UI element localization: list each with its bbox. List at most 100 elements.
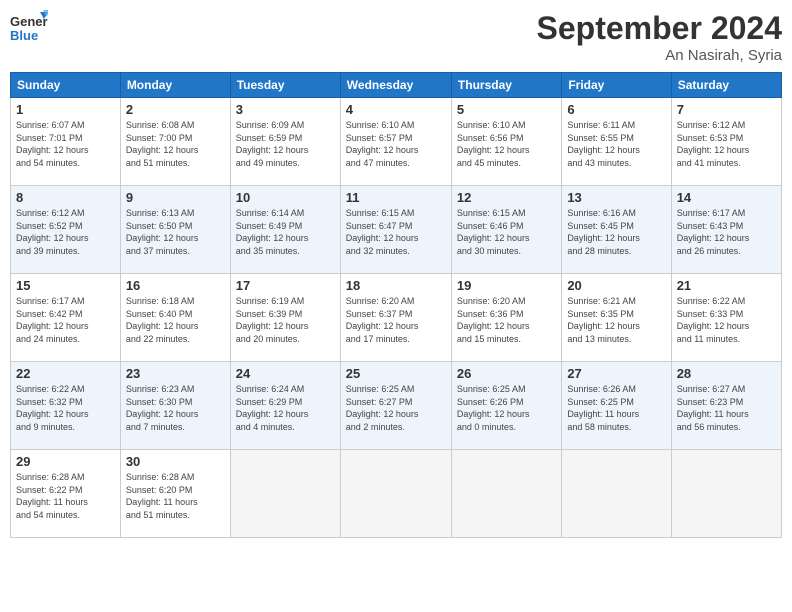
- day-number: 9: [126, 190, 225, 205]
- day-info: Sunrise: 6:16 AMSunset: 6:45 PMDaylight:…: [567, 207, 665, 257]
- calendar-cell: 5 Sunrise: 6:10 AMSunset: 6:56 PMDayligh…: [451, 98, 561, 186]
- calendar-cell: 28 Sunrise: 6:27 AMSunset: 6:23 PMDaylig…: [671, 362, 781, 450]
- day-info: Sunrise: 6:17 AMSunset: 6:42 PMDaylight:…: [16, 295, 115, 345]
- day-info: Sunrise: 6:21 AMSunset: 6:35 PMDaylight:…: [567, 295, 665, 345]
- calendar-cell: 24 Sunrise: 6:24 AMSunset: 6:29 PMDaylig…: [230, 362, 340, 450]
- day-info: Sunrise: 6:12 AMSunset: 6:52 PMDaylight:…: [16, 207, 115, 257]
- day-number: 2: [126, 102, 225, 117]
- day-number: 26: [457, 366, 556, 381]
- logo: General Blue: [10, 10, 48, 48]
- calendar-cell: 14 Sunrise: 6:17 AMSunset: 6:43 PMDaylig…: [671, 186, 781, 274]
- day-number: 13: [567, 190, 665, 205]
- day-number: 20: [567, 278, 665, 293]
- calendar-cell: 23 Sunrise: 6:23 AMSunset: 6:30 PMDaylig…: [120, 362, 230, 450]
- day-number: 22: [16, 366, 115, 381]
- col-thursday: Thursday: [451, 73, 561, 98]
- day-info: Sunrise: 6:15 AMSunset: 6:46 PMDaylight:…: [457, 207, 556, 257]
- day-number: 5: [457, 102, 556, 117]
- day-info: Sunrise: 6:10 AMSunset: 6:57 PMDaylight:…: [346, 119, 446, 169]
- svg-text:General: General: [10, 14, 48, 29]
- day-number: 10: [236, 190, 335, 205]
- day-number: 21: [677, 278, 776, 293]
- day-number: 15: [16, 278, 115, 293]
- svg-text:Blue: Blue: [10, 28, 38, 43]
- col-monday: Monday: [120, 73, 230, 98]
- day-info: Sunrise: 6:24 AMSunset: 6:29 PMDaylight:…: [236, 383, 335, 433]
- calendar-cell: 17 Sunrise: 6:19 AMSunset: 6:39 PMDaylig…: [230, 274, 340, 362]
- day-number: 28: [677, 366, 776, 381]
- week-row-3: 15 Sunrise: 6:17 AMSunset: 6:42 PMDaylig…: [11, 274, 782, 362]
- calendar-cell: 26 Sunrise: 6:25 AMSunset: 6:26 PMDaylig…: [451, 362, 561, 450]
- calendar-table: Sunday Monday Tuesday Wednesday Thursday…: [10, 72, 782, 538]
- day-info: Sunrise: 6:13 AMSunset: 6:50 PMDaylight:…: [126, 207, 225, 257]
- day-info: Sunrise: 6:15 AMSunset: 6:47 PMDaylight:…: [346, 207, 446, 257]
- day-number: 25: [346, 366, 446, 381]
- calendar-cell: 22 Sunrise: 6:22 AMSunset: 6:32 PMDaylig…: [11, 362, 121, 450]
- month-title: September 2024: [537, 10, 782, 47]
- location: An Nasirah, Syria: [537, 47, 782, 64]
- calendar-cell: [562, 450, 671, 538]
- day-number: 29: [16, 454, 115, 469]
- day-number: 23: [126, 366, 225, 381]
- calendar-cell: 15 Sunrise: 6:17 AMSunset: 6:42 PMDaylig…: [11, 274, 121, 362]
- week-row-5: 29 Sunrise: 6:28 AMSunset: 6:22 PMDaylig…: [11, 450, 782, 538]
- col-saturday: Saturday: [671, 73, 781, 98]
- day-info: Sunrise: 6:14 AMSunset: 6:49 PMDaylight:…: [236, 207, 335, 257]
- calendar-cell: [671, 450, 781, 538]
- calendar-cell: 6 Sunrise: 6:11 AMSunset: 6:55 PMDayligh…: [562, 98, 671, 186]
- calendar-header-row: Sunday Monday Tuesday Wednesday Thursday…: [11, 73, 782, 98]
- day-info: Sunrise: 6:25 AMSunset: 6:27 PMDaylight:…: [346, 383, 446, 433]
- day-number: 16: [126, 278, 225, 293]
- day-info: Sunrise: 6:23 AMSunset: 6:30 PMDaylight:…: [126, 383, 225, 433]
- day-info: Sunrise: 6:25 AMSunset: 6:26 PMDaylight:…: [457, 383, 556, 433]
- day-number: 14: [677, 190, 776, 205]
- day-number: 30: [126, 454, 225, 469]
- day-info: Sunrise: 6:18 AMSunset: 6:40 PMDaylight:…: [126, 295, 225, 345]
- day-info: Sunrise: 6:08 AMSunset: 7:00 PMDaylight:…: [126, 119, 225, 169]
- calendar-cell: 7 Sunrise: 6:12 AMSunset: 6:53 PMDayligh…: [671, 98, 781, 186]
- calendar-cell: 27 Sunrise: 6:26 AMSunset: 6:25 PMDaylig…: [562, 362, 671, 450]
- calendar-cell: 30 Sunrise: 6:28 AMSunset: 6:20 PMDaylig…: [120, 450, 230, 538]
- calendar-cell: 18 Sunrise: 6:20 AMSunset: 6:37 PMDaylig…: [340, 274, 451, 362]
- calendar-cell: 3 Sunrise: 6:09 AMSunset: 6:59 PMDayligh…: [230, 98, 340, 186]
- calendar-cell: 21 Sunrise: 6:22 AMSunset: 6:33 PMDaylig…: [671, 274, 781, 362]
- calendar-cell: 29 Sunrise: 6:28 AMSunset: 6:22 PMDaylig…: [11, 450, 121, 538]
- col-wednesday: Wednesday: [340, 73, 451, 98]
- calendar-cell: 1 Sunrise: 6:07 AMSunset: 7:01 PMDayligh…: [11, 98, 121, 186]
- calendar-cell: 11 Sunrise: 6:15 AMSunset: 6:47 PMDaylig…: [340, 186, 451, 274]
- day-number: 3: [236, 102, 335, 117]
- day-number: 4: [346, 102, 446, 117]
- day-number: 24: [236, 366, 335, 381]
- day-info: Sunrise: 6:20 AMSunset: 6:37 PMDaylight:…: [346, 295, 446, 345]
- day-number: 27: [567, 366, 665, 381]
- calendar-cell: [451, 450, 561, 538]
- day-info: Sunrise: 6:27 AMSunset: 6:23 PMDaylight:…: [677, 383, 776, 433]
- title-block: September 2024 An Nasirah, Syria: [537, 10, 782, 64]
- day-info: Sunrise: 6:26 AMSunset: 6:25 PMDaylight:…: [567, 383, 665, 433]
- day-info: Sunrise: 6:07 AMSunset: 7:01 PMDaylight:…: [16, 119, 115, 169]
- col-tuesday: Tuesday: [230, 73, 340, 98]
- calendar-cell: 25 Sunrise: 6:25 AMSunset: 6:27 PMDaylig…: [340, 362, 451, 450]
- calendar-cell: 19 Sunrise: 6:20 AMSunset: 6:36 PMDaylig…: [451, 274, 561, 362]
- calendar-cell: 13 Sunrise: 6:16 AMSunset: 6:45 PMDaylig…: [562, 186, 671, 274]
- calendar-cell: [230, 450, 340, 538]
- day-info: Sunrise: 6:17 AMSunset: 6:43 PMDaylight:…: [677, 207, 776, 257]
- calendar-cell: 20 Sunrise: 6:21 AMSunset: 6:35 PMDaylig…: [562, 274, 671, 362]
- calendar-cell: 9 Sunrise: 6:13 AMSunset: 6:50 PMDayligh…: [120, 186, 230, 274]
- page: General Blue September 2024 An Nasirah, …: [0, 0, 792, 612]
- day-number: 1: [16, 102, 115, 117]
- week-row-4: 22 Sunrise: 6:22 AMSunset: 6:32 PMDaylig…: [11, 362, 782, 450]
- day-number: 6: [567, 102, 665, 117]
- logo-container: General Blue: [10, 10, 48, 48]
- calendar-cell: 2 Sunrise: 6:08 AMSunset: 7:00 PMDayligh…: [120, 98, 230, 186]
- calendar-cell: 12 Sunrise: 6:15 AMSunset: 6:46 PMDaylig…: [451, 186, 561, 274]
- logo-svg: General Blue: [10, 10, 48, 48]
- day-info: Sunrise: 6:09 AMSunset: 6:59 PMDaylight:…: [236, 119, 335, 169]
- day-info: Sunrise: 6:22 AMSunset: 6:33 PMDaylight:…: [677, 295, 776, 345]
- day-info: Sunrise: 6:28 AMSunset: 6:22 PMDaylight:…: [16, 471, 115, 521]
- week-row-2: 8 Sunrise: 6:12 AMSunset: 6:52 PMDayligh…: [11, 186, 782, 274]
- day-info: Sunrise: 6:20 AMSunset: 6:36 PMDaylight:…: [457, 295, 556, 345]
- day-number: 11: [346, 190, 446, 205]
- week-row-1: 1 Sunrise: 6:07 AMSunset: 7:01 PMDayligh…: [11, 98, 782, 186]
- col-sunday: Sunday: [11, 73, 121, 98]
